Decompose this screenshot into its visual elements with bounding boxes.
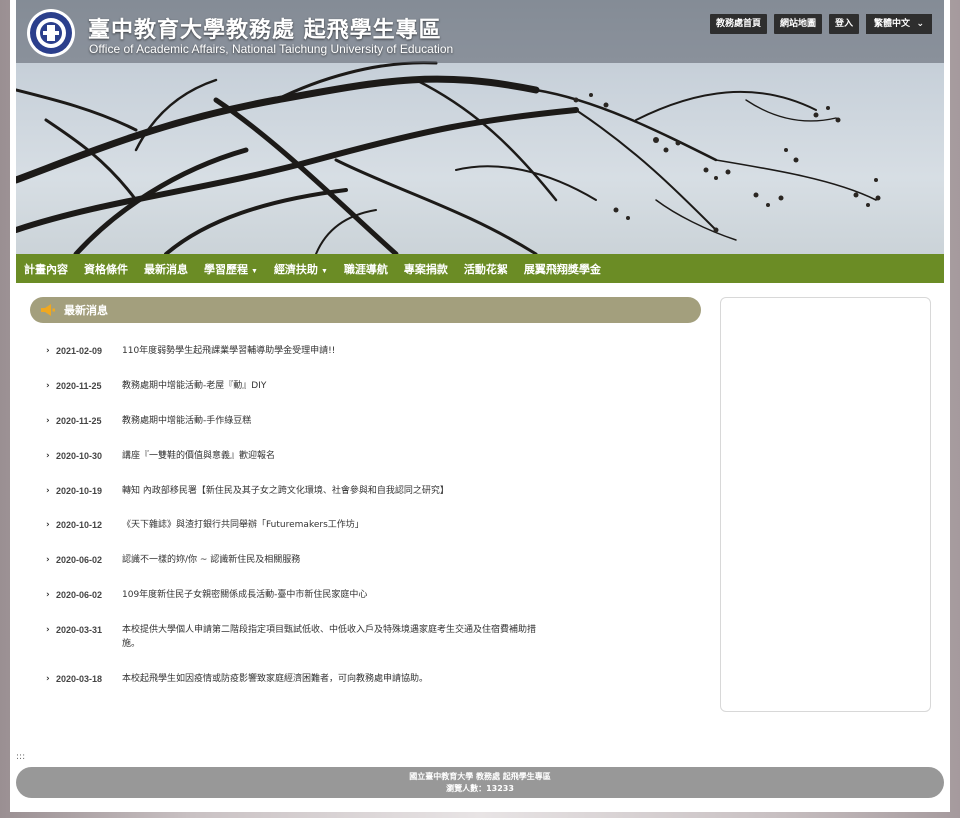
site-title[interactable]: 臺中教育大學教務處 起飛學生專區 — [88, 12, 442, 44]
chevron-right-icon: › — [46, 486, 50, 496]
accesskey-anchor[interactable]: ::: — [16, 752, 25, 762]
news-item[interactable]: › 2020-11-25 教務處期中增能活動-老屋『動』DIY — [46, 379, 542, 393]
caret-down-icon: ▼ — [251, 267, 258, 275]
language-select-value: 繁體中文 — [874, 19, 911, 29]
nav-item-financial-aid[interactable]: 經濟扶助 ▼ — [274, 261, 328, 277]
nav-item-learning-journey[interactable]: 學習歷程 ▼ — [204, 261, 258, 277]
nav-item-news[interactable]: 最新消息 — [144, 261, 188, 277]
chevron-right-icon: › — [46, 416, 50, 426]
news-title-link[interactable]: 轉知 內政部移民署【新住民及其子女之跨文化環境、社會參與和自我認同之研究】 — [122, 484, 542, 498]
news-item[interactable]: › 2020-03-18 本校起飛學生如因疫情或防疫影響致家庭經濟困難者，可向教… — [46, 672, 542, 686]
academic-affairs-home-link[interactable]: 教務處首頁 — [709, 14, 767, 34]
news-item[interactable]: › 2020-10-19 轉知 內政部移民署【新住民及其子女之跨文化環境、社會參… — [46, 484, 542, 498]
main-nav: 計畫內容 資格條件 最新消息 學習歷程 ▼ 經濟扶助 ▼ 職涯導航 專案捐款 活動花… — [16, 254, 944, 283]
news-date: 2020-10-19 — [56, 486, 103, 496]
news-title-link[interactable]: 110年度弱勢學生起飛課業學習輔導助學金受理申請!! — [122, 344, 542, 358]
header-banner: 臺中教育大學教務處 起飛學生專區 Office of Academic Affa… — [16, 0, 944, 254]
news-date: 2020-11-25 — [56, 416, 102, 426]
news-section-title: 最新消息 — [64, 304, 108, 317]
chevron-right-icon: › — [46, 520, 50, 530]
nav-item-donation[interactable]: 專案捐款 — [404, 261, 448, 277]
news-title-link[interactable]: 講座『一雙鞋的價值與意義』歡迎報名 — [122, 449, 542, 463]
caret-down-icon: ▼ — [320, 267, 328, 275]
news-item[interactable]: › 2020-06-02 109年度新住民子女親密關係成長活動-臺中市新住民家庭… — [46, 588, 542, 602]
chevron-right-icon: › — [46, 625, 50, 635]
news-title-link[interactable]: 認識不一樣的妳/你 ~ 認識新住民及相關服務 — [122, 553, 542, 567]
news-item[interactable]: › 2020-06-02 認識不一樣的妳/你 ~ 認識新住民及相關服務 — [46, 553, 542, 567]
news-date: 2020-03-18 — [56, 674, 103, 684]
university-logo-icon[interactable] — [26, 8, 76, 58]
footer: 國立臺中教育大學 教務處 起飛學生專區 瀏覽人數：13233 — [16, 767, 944, 798]
top-links: 教務處首頁 網站地圖 登入 繁體中文 ⌄ — [709, 14, 932, 34]
header-top-bar: 臺中教育大學教務處 起飛學生專區 Office of Academic Affa… — [16, 0, 944, 63]
nav-item-eligibility[interactable]: 資格條件 — [84, 261, 128, 277]
news-date: 2021-02-09 — [56, 346, 103, 356]
news-item[interactable]: › 2020-10-12 《天下雜誌》與渣打銀行共同舉辦「Futuremaker… — [46, 518, 542, 532]
chevron-down-icon: ⌄ — [916, 19, 924, 29]
news-title-link[interactable]: 本校提供大學個人申請第二階段指定項目甄試低收、中低收入戶及特殊境遇家庭考生交通及… — [122, 623, 542, 651]
news-title-link[interactable]: 109年度新住民子女親密關係成長活動-臺中市新住民家庭中心 — [122, 588, 542, 602]
visitor-counter: 瀏覽人數：13233 — [446, 783, 514, 793]
nav-item-scholarship[interactable]: 展翼飛翔獎學金 — [524, 261, 601, 277]
sitemap-link[interactable]: 網站地圖 — [773, 14, 822, 34]
news-date: 2020-03-31 — [56, 625, 103, 635]
nav-item-plan[interactable]: 計畫內容 — [24, 261, 68, 277]
footer-site-name: 國立臺中教育大學 教務處 起飛學生專區 — [409, 771, 551, 781]
page: 臺中教育大學教務處 起飛學生專區 Office of Academic Affa… — [10, 0, 950, 812]
chevron-right-icon: › — [46, 381, 50, 391]
chevron-right-icon: › — [46, 555, 50, 565]
news-item[interactable]: › 2021-02-09 110年度弱勢學生起飛課業學習輔導助學金受理申請!! — [46, 344, 542, 358]
login-link[interactable]: 登入 — [828, 14, 859, 34]
language-select[interactable]: 繁體中文 ⌄ — [866, 14, 932, 34]
chevron-right-icon: › — [46, 346, 50, 356]
megaphone-icon — [41, 304, 55, 316]
chevron-right-icon: › — [46, 590, 50, 600]
side-panel — [720, 297, 931, 712]
news-section-header: 最新消息 — [30, 297, 701, 323]
nav-item-gallery[interactable]: 活動花絮 — [464, 261, 508, 277]
news-date: 2020-10-12 — [56, 520, 103, 530]
site-subtitle: Office of Academic Affairs, National Tai… — [89, 42, 454, 56]
chevron-right-icon: › — [46, 674, 50, 684]
news-title-link[interactable]: 教務處期中增能活動-手作綠豆糕 — [122, 414, 542, 428]
news-item[interactable]: › 2020-10-30 講座『一雙鞋的價值與意義』歡迎報名 — [46, 449, 542, 463]
news-title-link[interactable]: 《天下雜誌》與渣打銀行共同舉辦「Futuremakers工作坊」 — [122, 518, 542, 532]
news-date: 2020-10-30 — [56, 451, 103, 461]
news-date: 2020-06-02 — [56, 590, 103, 600]
nav-item-career[interactable]: 職涯導航 — [344, 261, 388, 277]
chevron-right-icon: › — [46, 451, 50, 461]
news-item[interactable]: › 2020-03-31 本校提供大學個人申請第二階段指定項目甄試低收、中低收入… — [46, 623, 542, 651]
news-title-link[interactable]: 本校起飛學生如因疫情或防疫影響致家庭經濟困難者，可向教務處申請協助。 — [122, 672, 542, 686]
news-title-link[interactable]: 教務處期中增能活動-老屋『動』DIY — [122, 379, 542, 393]
news-date: 2020-06-02 — [56, 555, 103, 565]
news-date: 2020-11-25 — [56, 381, 102, 391]
news-item[interactable]: › 2020-11-25 教務處期中增能活動-手作綠豆糕 — [46, 414, 542, 428]
